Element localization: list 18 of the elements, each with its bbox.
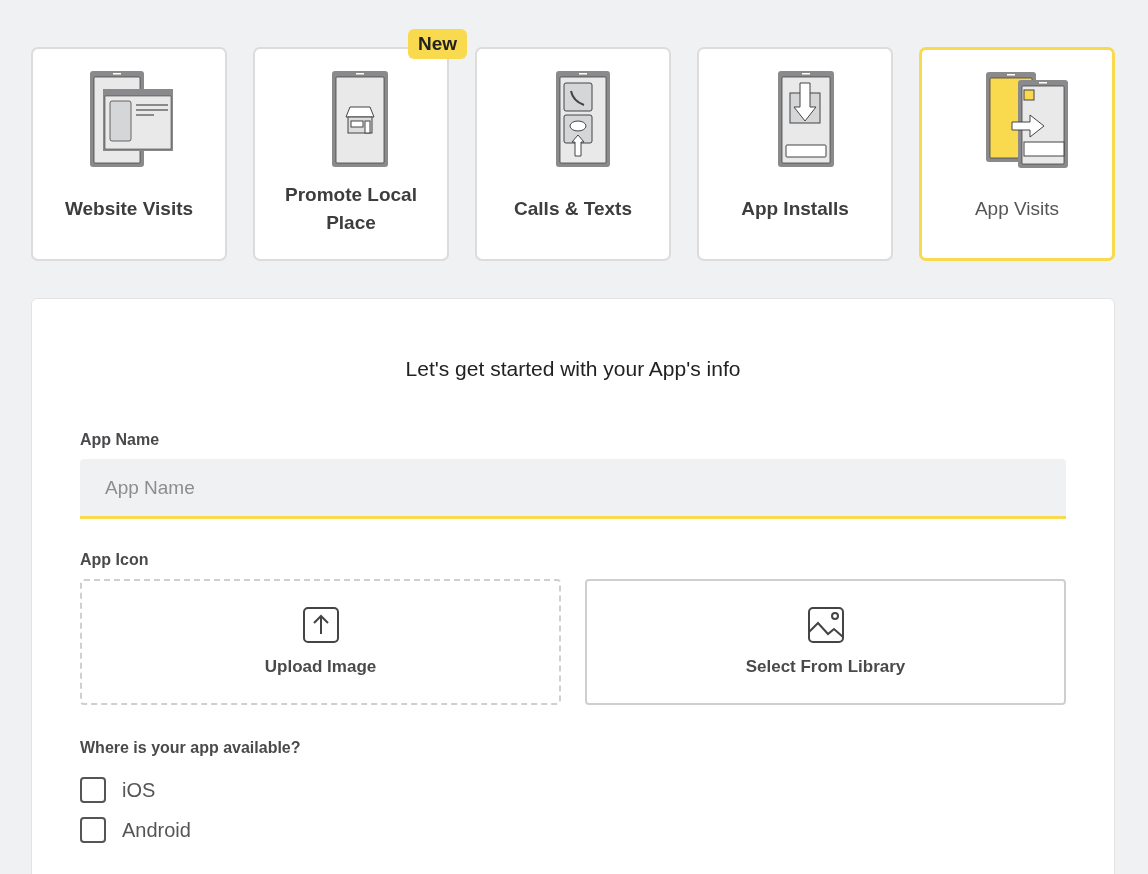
upload-image-button[interactable]: Upload Image	[80, 579, 561, 705]
new-badge: New	[407, 29, 467, 59]
image-icon	[807, 607, 844, 643]
objective-card[interactable]: Calls & Texts	[475, 47, 671, 261]
field-label: App Icon	[80, 551, 150, 569]
field-label: Where is your app available?	[80, 739, 302, 757]
checkbox-label[interactable]: iOS	[122, 778, 156, 802]
form-title: Let's get started with your App's info	[404, 357, 742, 381]
field-label: App Name	[80, 431, 161, 449]
app-name-field[interactable]: App Name	[80, 459, 1066, 519]
checkbox-label[interactable]: Android	[122, 818, 191, 842]
upload-icon	[302, 607, 339, 643]
checkbox[interactable]	[80, 817, 106, 843]
objective-card[interactable]: Website Visits	[31, 47, 227, 261]
select-library-button[interactable]: Select From Library	[585, 579, 1066, 705]
checkbox[interactable]	[80, 777, 106, 803]
objective-card[interactable]: App Installs	[697, 47, 893, 261]
objective-card[interactable]: App Visits	[919, 47, 1115, 261]
